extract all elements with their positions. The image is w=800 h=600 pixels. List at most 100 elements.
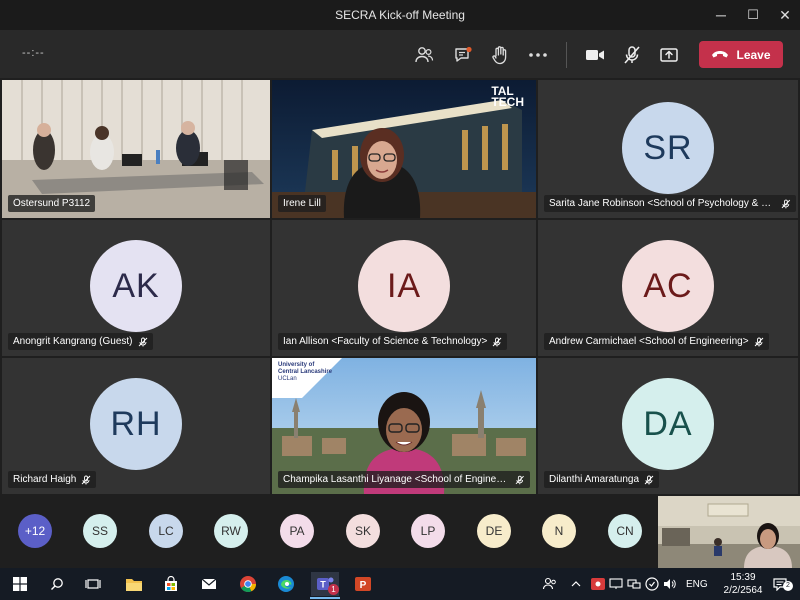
windows-taskbar: T 1 P ENG 15:39 2/2/2564 2 [0,568,800,600]
mic-muted-icon [138,337,147,346]
phone-hangup-icon [712,51,729,58]
self-view-video[interactable] [658,496,800,568]
edge-button[interactable] [272,572,300,596]
participant-name: Richard Haigh [13,474,77,485]
input-language[interactable]: ENG [686,579,708,590]
video-tile-irene-lill[interactable]: TAL TECH Irene Lill [272,80,536,218]
action-center-button[interactable]: 2 [766,572,794,596]
file-explorer-button[interactable] [120,572,148,596]
svg-text:T: T [320,580,326,590]
participant-avatar[interactable]: DE [477,514,511,548]
participant-tile-sr[interactable]: SR Sarita Jane Robinson <School of Psych… [538,80,798,218]
hand-icon [492,46,507,65]
participant-name: Dilanthi Amaratunga [549,474,640,485]
share-screen-button[interactable] [656,42,682,68]
people-icon [415,47,434,63]
camera-button[interactable] [582,42,608,68]
chrome-button[interactable] [234,572,262,596]
more-icon [529,53,547,57]
task-view-icon [85,579,101,589]
mic-muted-icon [516,475,525,484]
active-app-indicator [310,597,340,599]
participant-nametag: Ian Allison <Faculty of Science & Techno… [278,333,508,350]
participant-nametag: Andrew Carmichael <School of Engineering… [544,333,769,350]
camera-icon [586,50,604,60]
participant-avatar[interactable]: SK [346,514,380,548]
participant-avatar[interactable]: RW [214,514,248,548]
taltech-logo: TAL TECH [491,84,524,109]
participant-name: Anongrit Kangrang (Guest) [13,336,133,347]
participant-avatar[interactable]: PA [280,514,314,548]
microphone-button[interactable] [619,42,645,68]
teams-taskbar-button[interactable]: T 1 [311,572,339,596]
participant-tile-rh[interactable]: RH Richard Haigh [2,358,270,494]
meeting-toolbar: --:-- Leave [0,30,800,78]
chat-icon [455,46,472,62]
participant-tile-ac[interactable]: AC Andrew Carmichael <School of Engineer… [538,220,798,356]
participant-avatar[interactable]: LP [411,514,445,548]
volume-tray-button[interactable] [656,572,684,596]
powerpoint-icon: P [355,577,371,591]
chat-button[interactable] [450,42,476,68]
meeting-timer: --:-- [22,47,45,59]
search-button[interactable] [43,572,71,596]
clock-date[interactable]: 2/2/2564 [718,585,768,596]
participants-button[interactable] [411,42,437,68]
video-grid: Östersund P3112 TAL TECH Irene Lill SR S… [0,78,800,496]
notification-count-badge: 2 [783,581,793,591]
participant-nametag: Anongrit Kangrang (Guest) [8,333,153,350]
mic-muted-icon [493,337,502,346]
maximize-button[interactable]: ☐ [735,0,771,30]
raise-hand-button[interactable] [487,42,513,68]
avatar: SR [622,102,714,194]
folder-icon [126,578,142,591]
leave-button[interactable]: Leave [699,41,783,68]
participant-nametag: Richard Haigh [8,471,97,488]
participant-name: Ian Allison <Faculty of Science & Techno… [283,336,488,347]
participant-nametag: Irene Lill [278,195,326,212]
title-bar: SECRA Kick-off Meeting ─ ☐ ✕ [0,0,800,30]
uclan-logo: University of Central Lancashire UCLan [278,362,333,382]
window-title: SECRA Kick-off Meeting [335,8,465,22]
participant-avatar[interactable]: CN [608,514,642,548]
participant-name: Sarita Jane Robinson <School of Psycholo… [549,198,777,209]
mic-muted-icon [754,337,763,346]
teams-window: SECRA Kick-off Meeting ─ ☐ ✕ --:-- Leave… [0,0,800,600]
participant-tile-da[interactable]: DA Dilanthi Amaratunga [538,358,798,494]
start-button[interactable] [6,572,34,596]
video-tile-ostersund[interactable]: Östersund P3112 [2,80,270,218]
task-view-button[interactable] [79,572,107,596]
powerpoint-button[interactable]: P [349,572,377,596]
more-actions-button[interactable] [525,42,551,68]
self-view-feed [658,496,800,568]
participant-nametag: Champika Lasanthi Liyanage <School of En… [278,471,530,488]
edge-icon [278,576,294,592]
mic-muted-icon [644,475,654,484]
close-button[interactable]: ✕ [767,0,800,30]
microsoft-store-button[interactable] [157,572,185,596]
avatar: AC [622,240,714,332]
store-bag-icon [165,576,177,591]
participant-nametag: Östersund P3112 [8,195,96,212]
participant-name: Andrew Carmichael <School of Engineering… [549,336,749,347]
participant-name: Östersund P3112 [13,198,91,209]
participant-tile-ak[interactable]: AK Anongrit Kangrang (Guest) [2,220,270,356]
overflow-participants-button[interactable]: +12 [18,514,52,548]
participant-name: Champika Lasanthi Liyanage <School of En… [283,474,511,485]
people-tray-button[interactable] [536,572,564,596]
chevron-up-icon [571,581,581,587]
video-tile-champika[interactable]: University of Central Lancashire UCLan C… [272,358,536,494]
participant-name: Irene Lill [283,198,321,209]
mail-button[interactable] [195,572,223,596]
participant-avatar[interactable]: SS [83,514,117,548]
avatar: AK [90,240,182,332]
minimize-button[interactable]: ─ [703,0,739,30]
speaker-icon [664,579,676,589]
mic-muted-icon [82,475,91,484]
participant-tile-ia[interactable]: IA Ian Allison <Faculty of Science & Tec… [272,220,536,356]
search-icon [51,578,63,590]
participant-avatar[interactable]: LC [149,514,183,548]
clock-time[interactable]: 15:39 [722,572,764,583]
mail-icon [201,578,217,589]
participant-avatar[interactable]: N [542,514,576,548]
